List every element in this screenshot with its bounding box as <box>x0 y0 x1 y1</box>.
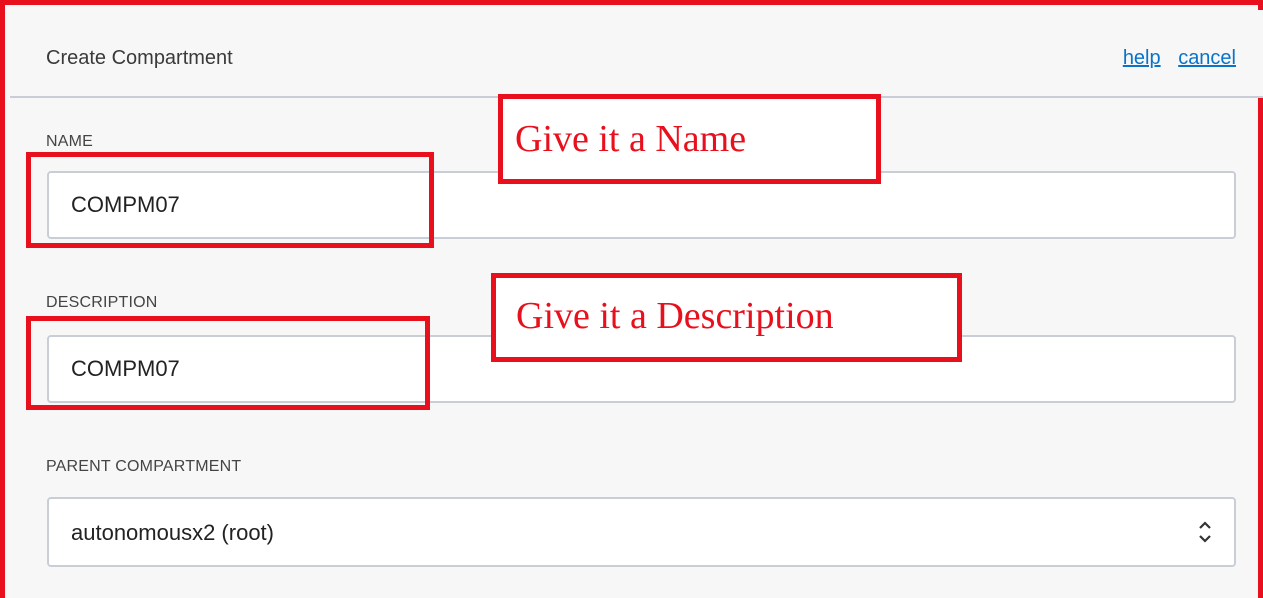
cancel-link[interactable]: cancel <box>1178 47 1236 69</box>
dialog-header: Create Compartment help cancel <box>10 10 1263 98</box>
name-callout-text: Give it a Name <box>515 118 747 160</box>
parent-compartment-value: autonomousx2 (root) <box>71 520 274 545</box>
description-callout-box: Give it a Description <box>491 273 962 362</box>
description-label: DESCRIPTION <box>46 294 158 311</box>
chevron-up-down-icon <box>1199 521 1211 543</box>
parent-compartment-label: PARENT COMPARTMENT <box>46 458 242 475</box>
description-callout-text: Give it a Description <box>516 295 834 337</box>
name-label: NAME <box>46 133 94 150</box>
name-callout-box: Give it a Name <box>498 94 881 184</box>
header-links: help cancel <box>1111 47 1236 70</box>
help-link[interactable]: help <box>1123 47 1161 69</box>
description-highlight-box <box>26 316 430 410</box>
parent-compartment-select[interactable]: autonomousx2 (root) <box>47 497 1236 567</box>
name-highlight-box <box>26 152 434 248</box>
dialog-title: Create Compartment <box>46 47 233 69</box>
